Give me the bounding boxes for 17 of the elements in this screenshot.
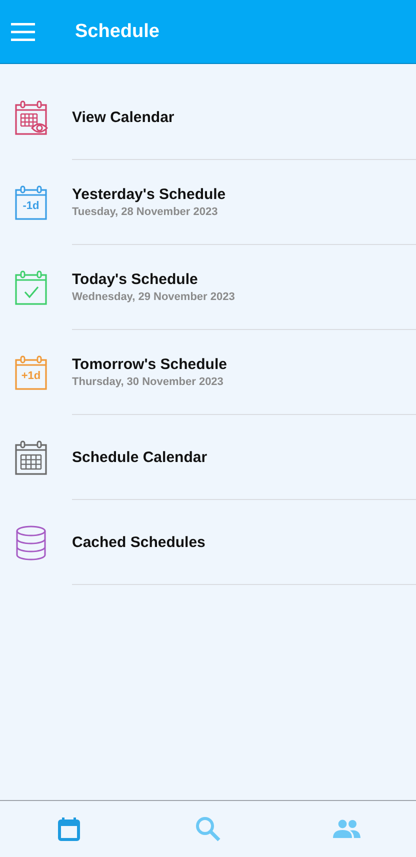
date-label: Tuesday, 28 November 2023	[72, 206, 219, 218]
screen-title: Schedule	[75, 20, 160, 42]
date-label: Wednesday, 29 November 2023	[72, 291, 236, 303]
menu-item[interactable]: Today's Schedule	[72, 271, 416, 288]
calendar-icon	[58, 817, 80, 841]
nav-tab[interactable]	[194, 815, 222, 843]
date-label: Thursday, 30 November 2023	[72, 376, 224, 388]
day-offset-label: +1d	[20, 370, 42, 382]
menu-item[interactable]: Schedule Calendar	[72, 448, 416, 466]
menu-item[interactable]: View Calendar	[72, 108, 416, 126]
menu-icon[interactable]	[11, 22, 35, 40]
day-offset-label: -1d	[22, 200, 40, 212]
menu-item[interactable]: Tomorrow's Schedule	[72, 356, 416, 373]
search-icon	[194, 816, 221, 842]
menu-item[interactable]: Cached Schedules	[72, 534, 416, 550]
people-icon	[332, 819, 361, 839]
menu-item[interactable]: Yesterday's Schedule	[72, 186, 416, 203]
